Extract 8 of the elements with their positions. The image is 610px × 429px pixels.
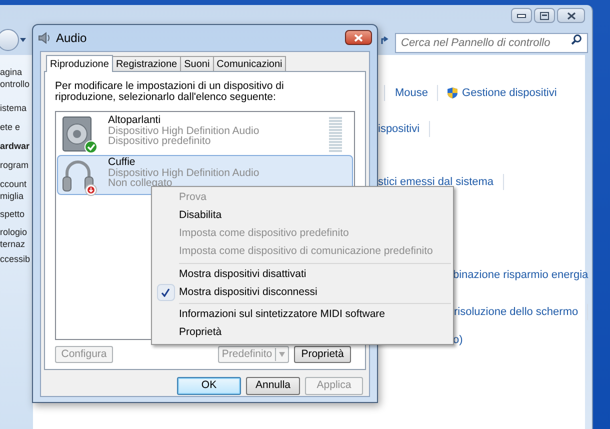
device-detail: Non collegato [108,178,172,188]
device-detail: Dispositivo predefinito [108,136,212,146]
device-name: Altoparlanti [108,115,162,126]
device-detail: Dispositivo High Definition Audio [108,126,260,136]
window-title: Audio [56,30,87,47]
instruction-text: Per modificare le impostazioni di un dispositivo di riproduzione, selezionarlo dall'elenco seguente: [55,81,285,103]
device-detail: Dispositivo High Definition Audio [108,168,260,178]
device-name: Cuffie [108,157,136,168]
